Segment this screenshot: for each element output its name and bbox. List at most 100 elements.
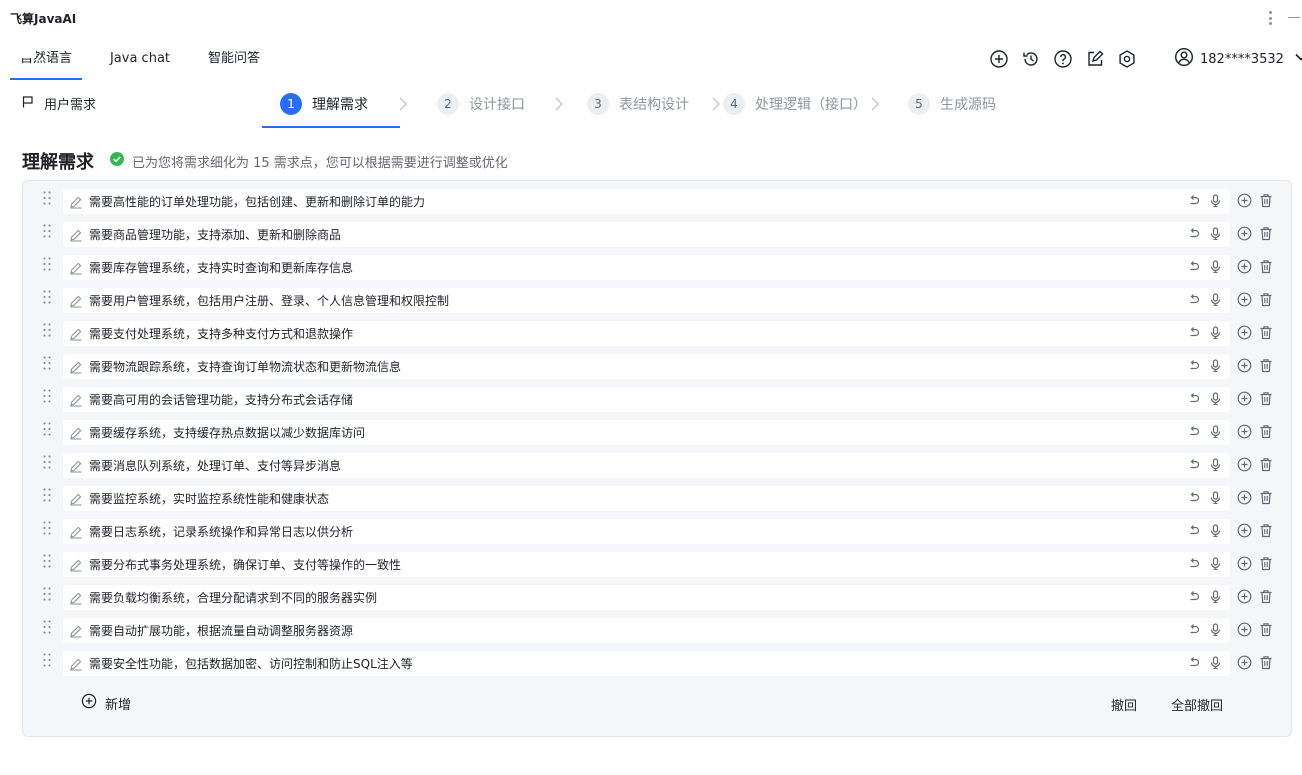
microphone-icon[interactable] [1209, 491, 1222, 504]
microphone-icon[interactable] [1209, 260, 1222, 273]
microphone-icon[interactable] [1209, 524, 1222, 537]
undo-icon[interactable] [1187, 392, 1200, 405]
microphone-icon[interactable] [1209, 557, 1222, 570]
undo-icon[interactable] [1187, 557, 1200, 570]
drag-handle-icon[interactable] [43, 191, 51, 205]
help-icon[interactable] [1052, 48, 1074, 70]
edit-pencil-icon[interactable] [69, 228, 83, 242]
undo-icon[interactable] [1187, 623, 1200, 636]
step-3[interactable]: 3 表结构设计 [587, 92, 689, 116]
settings-icon[interactable] [1116, 48, 1138, 70]
microphone-icon[interactable] [1209, 359, 1222, 372]
requirement-item[interactable]: 需要用户管理系统，包括用户注册、登录、个人信息管理和权限控制 [63, 288, 1230, 313]
requirement-item[interactable]: 需要缓存系统，支持缓存热点数据以减少数据库访问 [63, 420, 1230, 445]
undo-icon[interactable] [1187, 491, 1200, 504]
requirement-text[interactable]: 需要库存管理系统，支持实时查询和更新库存信息 [89, 259, 353, 276]
requirement-text[interactable]: 需要高性能的订单处理功能，包括创建、更新和删除订单的能力 [89, 193, 425, 210]
microphone-icon[interactable] [1209, 458, 1222, 471]
user-requirement-tab[interactable]: 用户需求 [22, 94, 96, 113]
drag-handle-icon[interactable] [43, 488, 51, 502]
step-5[interactable]: 5 生成源码 [908, 92, 996, 116]
edit-pencil-icon[interactable] [69, 294, 83, 308]
microphone-icon[interactable] [1209, 425, 1222, 438]
microphone-icon[interactable] [1209, 656, 1222, 669]
requirement-item[interactable]: 需要库存管理系统，支持实时查询和更新库存信息 [63, 255, 1230, 280]
add-row-icon[interactable] [1237, 391, 1252, 406]
step-2[interactable]: 2 设计接口 [437, 92, 525, 116]
edit-pencil-icon[interactable] [69, 492, 83, 506]
delete-trash-icon[interactable] [1259, 193, 1273, 208]
undo-icon[interactable] [1187, 260, 1200, 273]
drag-handle-icon[interactable] [43, 290, 51, 304]
requirement-item[interactable]: 需要日志系统，记录系统操作和异常日志以供分析 [63, 519, 1230, 544]
drag-handle-icon[interactable] [43, 521, 51, 535]
requirement-text[interactable]: 需要日志系统，记录系统操作和异常日志以供分析 [89, 523, 353, 540]
delete-trash-icon[interactable] [1259, 424, 1273, 439]
add-row-icon[interactable] [1237, 523, 1252, 538]
delete-trash-icon[interactable] [1259, 325, 1273, 340]
microphone-icon[interactable] [1209, 392, 1222, 405]
more-options-icon[interactable] [1264, 9, 1276, 27]
edit-pencil-icon[interactable] [69, 393, 83, 407]
requirement-text[interactable]: 需要商品管理功能，支持添加、更新和删除商品 [89, 226, 341, 243]
chevron-down-icon[interactable] [1294, 50, 1302, 68]
tab-java-chat[interactable]: Java chat [104, 44, 176, 80]
add-row-icon[interactable] [1237, 358, 1252, 373]
step-1[interactable]: 1 理解需求 [280, 92, 368, 116]
microphone-icon[interactable] [1209, 293, 1222, 306]
drag-handle-icon[interactable] [43, 554, 51, 568]
undo-icon[interactable] [1187, 590, 1200, 603]
edit-pencil-icon[interactable] [69, 657, 83, 671]
requirement-text[interactable]: 需要用户管理系统，包括用户注册、登录、个人信息管理和权限控制 [89, 292, 449, 309]
requirement-item[interactable]: 需要安全性功能，包括数据加密、访问控制和防止SQL注入等 [63, 651, 1230, 676]
undo-icon[interactable] [1187, 458, 1200, 471]
requirement-item[interactable]: 需要支付处理系统，支持多种支付方式和退款操作 [63, 321, 1230, 346]
undo-icon[interactable] [1187, 425, 1200, 438]
undo-icon[interactable] [1187, 656, 1200, 669]
delete-trash-icon[interactable] [1259, 589, 1273, 604]
microphone-icon[interactable] [1209, 623, 1222, 636]
undo-icon[interactable] [1187, 359, 1200, 372]
delete-trash-icon[interactable] [1259, 523, 1273, 538]
requirement-item[interactable]: 需要物流跟踪系统，支持查询订单物流状态和更新物流信息 [63, 354, 1230, 379]
add-row-icon[interactable] [1237, 193, 1252, 208]
add-requirement-button[interactable]: 新增 [81, 693, 131, 713]
drag-handle-icon[interactable] [43, 323, 51, 337]
drag-handle-icon[interactable] [43, 422, 51, 436]
drag-handle-icon[interactable] [43, 389, 51, 403]
requirement-text[interactable]: 需要负载均衡系统，合理分配请求到不同的服务器实例 [89, 589, 377, 606]
edit-pencil-icon[interactable] [69, 195, 83, 209]
step-4[interactable]: 4 处理逻辑（接口） [723, 92, 867, 116]
minimize-icon[interactable] [1288, 17, 1300, 18]
edit-pencil-icon[interactable] [69, 327, 83, 341]
edit-note-icon[interactable] [1084, 48, 1106, 70]
history-icon[interactable] [1020, 48, 1042, 70]
requirement-text[interactable]: 需要消息队列系统，处理订单、支付等异步消息 [89, 457, 341, 474]
user-menu[interactable]: 182****3532 [1174, 47, 1302, 70]
delete-trash-icon[interactable] [1259, 358, 1273, 373]
add-row-icon[interactable] [1237, 292, 1252, 307]
requirement-item[interactable]: 需要监控系统，实时监控系统性能和健康状态 [63, 486, 1230, 511]
undo-icon[interactable] [1187, 227, 1200, 240]
edit-pencil-icon[interactable] [69, 261, 83, 275]
drag-handle-icon[interactable] [43, 257, 51, 271]
requirement-text[interactable]: 需要支付处理系统，支持多种支付方式和退款操作 [89, 325, 353, 342]
microphone-icon[interactable] [1209, 227, 1222, 240]
undo-icon[interactable] [1187, 326, 1200, 339]
drag-handle-icon[interactable] [43, 224, 51, 238]
drag-handle-icon[interactable] [43, 587, 51, 601]
microphone-icon[interactable] [1209, 194, 1222, 207]
edit-pencil-icon[interactable] [69, 360, 83, 374]
delete-trash-icon[interactable] [1259, 259, 1273, 274]
edit-pencil-icon[interactable] [69, 459, 83, 473]
drag-handle-icon[interactable] [43, 653, 51, 667]
requirement-text[interactable]: 需要安全性功能，包括数据加密、访问控制和防止SQL注入等 [89, 655, 413, 672]
requirement-item[interactable]: 需要高可用的会话管理功能，支持分布式会话存储 [63, 387, 1230, 412]
requirement-item[interactable]: 需要自动扩展功能，根据流量自动调整服务器资源 [63, 618, 1230, 643]
delete-trash-icon[interactable] [1259, 622, 1273, 637]
microphone-icon[interactable] [1209, 326, 1222, 339]
add-row-icon[interactable] [1237, 457, 1252, 472]
add-row-icon[interactable] [1237, 325, 1252, 340]
drag-handle-icon[interactable] [43, 620, 51, 634]
requirement-item[interactable]: 需要负载均衡系统，合理分配请求到不同的服务器实例 [63, 585, 1230, 610]
